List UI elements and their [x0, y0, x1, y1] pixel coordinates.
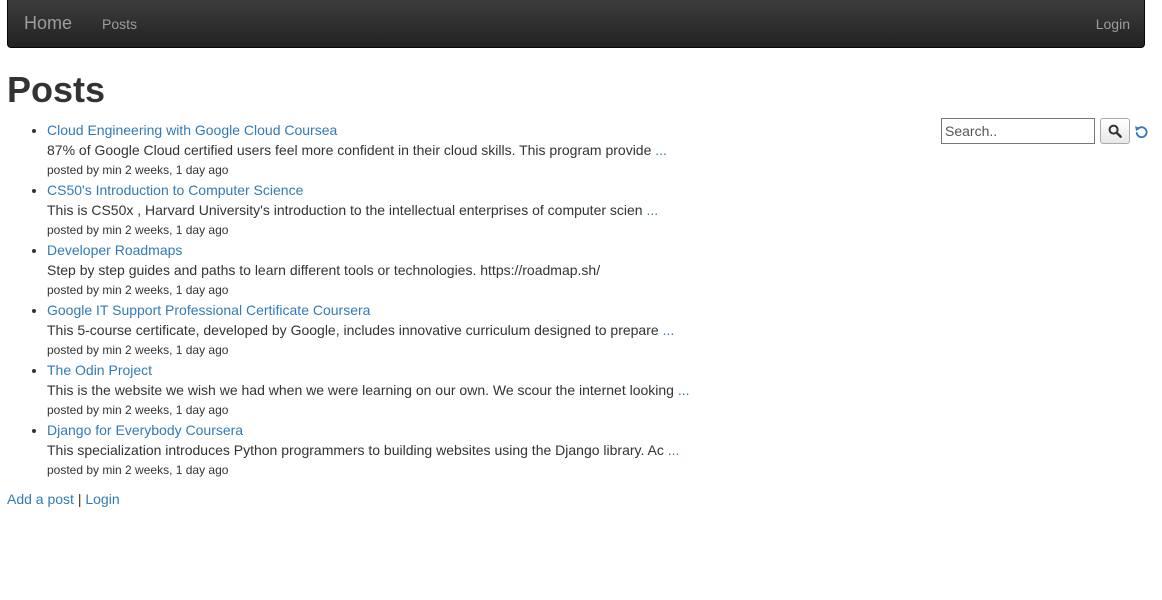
post-meta: posted by min 2 weeks, 1 day ago — [47, 283, 229, 297]
post-excerpt: This specialization introduces Python pr… — [47, 440, 747, 460]
post-title-link[interactable]: The Odin Project — [47, 360, 747, 380]
post-title-link[interactable]: Django for Everybody Coursera — [47, 420, 747, 440]
read-more-link[interactable]: ... — [678, 382, 690, 398]
search-form — [941, 118, 1149, 144]
add-post-link[interactable]: Add a post — [7, 491, 74, 507]
post-title-link[interactable]: Google IT Support Professional Certifica… — [47, 300, 747, 320]
list-item: CS50's Introduction to Computer Science … — [47, 180, 747, 240]
footer-login-link[interactable]: Login — [85, 491, 119, 507]
link-separator: | — [77, 491, 82, 507]
post-meta: posted by min 2 weeks, 1 day ago — [47, 163, 229, 177]
footer-links: Add a post | Login — [7, 489, 120, 509]
post-excerpt: This 5-course certificate, developed by … — [47, 320, 747, 340]
list-item: Cloud Engineering with Google Cloud Cour… — [47, 120, 747, 180]
post-title-link[interactable]: Cloud Engineering with Google Cloud Cour… — [47, 120, 747, 140]
post-excerpt-text: This 5-course certificate, developed by … — [47, 322, 659, 338]
post-meta: posted by min 2 weeks, 1 day ago — [47, 403, 229, 417]
navbar: Home Posts Login — [7, 0, 1145, 48]
search-button[interactable] — [1100, 118, 1130, 144]
post-list: Cloud Engineering with Google Cloud Cour… — [7, 120, 747, 480]
post-excerpt: Step by step guides and paths to learn d… — [47, 260, 747, 280]
reset-search-button[interactable] — [1134, 124, 1149, 139]
post-excerpt-text: This specialization introduces Python pr… — [47, 442, 664, 458]
post-title-link[interactable]: Developer Roadmaps — [47, 240, 747, 260]
post-meta: posted by min 2 weeks, 1 day ago — [47, 223, 229, 237]
post-meta: posted by min 2 weeks, 1 day ago — [47, 463, 229, 477]
post-excerpt: 87% of Google Cloud certified users feel… — [47, 140, 747, 160]
search-input[interactable] — [941, 118, 1095, 144]
list-item: The Odin Project This is the website we … — [47, 360, 747, 420]
list-item: Django for Everybody Coursera This speci… — [47, 420, 747, 480]
post-title-link[interactable]: CS50's Introduction to Computer Science — [47, 180, 747, 200]
refresh-icon — [1134, 124, 1149, 139]
search-icon — [1108, 124, 1122, 138]
read-more-link[interactable]: ... — [668, 442, 680, 458]
post-excerpt: This is the website we wish we had when … — [47, 380, 747, 400]
nav-posts-link[interactable]: Posts — [102, 16, 137, 32]
read-more-link[interactable]: ... — [655, 142, 667, 158]
read-more-link[interactable]: ... — [663, 322, 675, 338]
nav-login-link[interactable]: Login — [1096, 16, 1130, 32]
post-excerpt: This is CS50x , Harvard University's int… — [47, 200, 747, 220]
post-meta: posted by min 2 weeks, 1 day ago — [47, 343, 229, 357]
list-item: Developer Roadmaps Step by step guides a… — [47, 240, 747, 300]
page-title: Posts — [7, 69, 106, 110]
list-item: Google IT Support Professional Certifica… — [47, 300, 747, 360]
post-excerpt-text: This is CS50x , Harvard University's int… — [47, 202, 643, 218]
post-excerpt-text: Step by step guides and paths to learn d… — [47, 262, 601, 278]
post-excerpt-text: This is the website we wish we had when … — [47, 382, 674, 398]
home-brand-link[interactable]: Home — [24, 13, 72, 33]
read-more-link[interactable]: ... — [647, 202, 659, 218]
post-excerpt-text: 87% of Google Cloud certified users feel… — [47, 142, 652, 158]
